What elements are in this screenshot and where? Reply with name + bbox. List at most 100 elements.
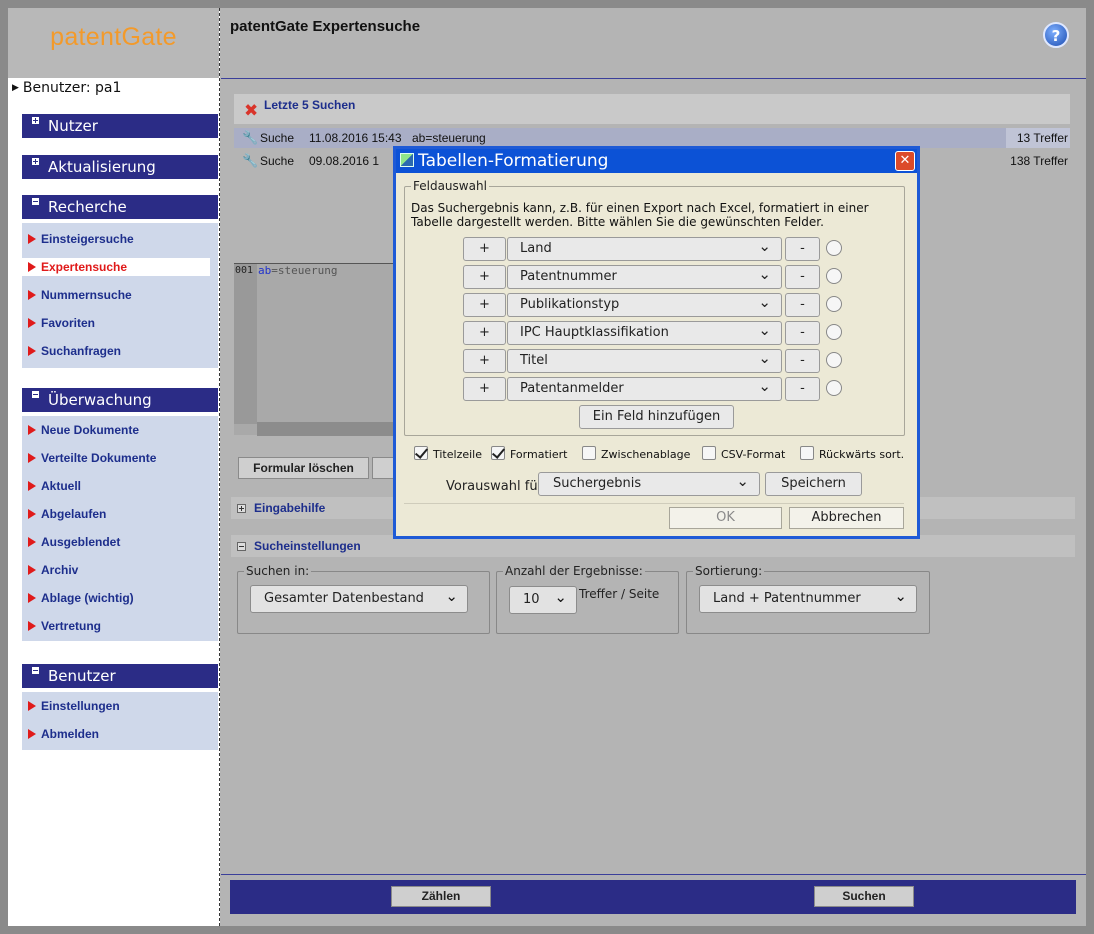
- chevron-down-icon: [758, 294, 771, 318]
- arrow-right-icon: [28, 453, 36, 463]
- remove-field-button[interactable]: -: [785, 237, 820, 261]
- section-label: Benutzer: [48, 667, 116, 685]
- add-field-above-button[interactable]: +: [463, 349, 506, 373]
- checkbox-checked[interactable]: [491, 446, 505, 460]
- field-select[interactable]: Patentanmelder: [507, 377, 782, 401]
- remove-field-button[interactable]: -: [785, 265, 820, 289]
- nav-ablage-wichtig[interactable]: Ablage (wichtig): [22, 584, 218, 612]
- field-select[interactable]: Publikationstyp: [507, 293, 782, 317]
- checkbox-zwischenablage[interactable]: Zwischenablage: [582, 446, 690, 464]
- section-nutzer[interactable]: Nutzer: [22, 114, 218, 138]
- close-icon[interactable]: ✕: [895, 151, 915, 171]
- ok-button[interactable]: OK: [669, 507, 782, 529]
- query-text[interactable]: ab=steuerung: [258, 264, 337, 277]
- add-field-above-button[interactable]: +: [463, 377, 506, 401]
- nav-expertensuche[interactable]: Expertensuche: [22, 258, 210, 276]
- field-row: + Patentnummer -: [463, 265, 853, 289]
- add-field-button[interactable]: Ein Feld hinzufügen: [579, 405, 734, 429]
- remove-field-button[interactable]: -: [785, 349, 820, 373]
- per-page-label: Treffer / Seite: [579, 587, 660, 601]
- expand-plus-icon: [32, 158, 39, 165]
- search-in-group: Suchen in: Gesamter Datenbestand: [237, 564, 490, 634]
- section-label: Nutzer: [48, 117, 98, 135]
- clear-form-button[interactable]: Formular löschen: [238, 457, 369, 479]
- nav-vertretung[interactable]: Vertretung: [22, 612, 218, 640]
- search-in-select[interactable]: Gesamter Datenbestand: [250, 585, 468, 613]
- query-editor[interactable]: 001 ab=steuerung: [234, 263, 414, 436]
- chevron-down-icon: [758, 378, 771, 402]
- benutzer-menu: Einstellungen Abmelden: [22, 692, 218, 750]
- add-field-above-button[interactable]: +: [463, 265, 506, 289]
- chevron-down-icon: [554, 587, 567, 615]
- field-radio[interactable]: [826, 296, 842, 312]
- arrow-right-icon: [28, 481, 36, 491]
- checkbox-unchecked[interactable]: [582, 446, 596, 460]
- editor-scrollbar[interactable]: [257, 422, 414, 436]
- delete-icon[interactable]: ✖: [244, 101, 258, 121]
- field-select[interactable]: Land: [507, 237, 782, 261]
- nav-abgelaufen[interactable]: Abgelaufen: [22, 500, 218, 528]
- dialog-divider: [404, 503, 904, 504]
- editor-gutter: [234, 264, 257, 424]
- preselect-select[interactable]: Suchergebnis: [538, 472, 760, 496]
- checkbox-formatiert[interactable]: Formatiert: [491, 446, 567, 464]
- nav-archiv[interactable]: Archiv: [22, 556, 218, 584]
- nav-neue-dokumente[interactable]: Neue Dokumente: [22, 416, 218, 444]
- field-radio[interactable]: [826, 240, 842, 256]
- field-row: + Land -: [463, 237, 853, 261]
- section-benutzer[interactable]: Benutzer: [22, 664, 218, 688]
- collapse-minus-icon: [32, 198, 39, 205]
- sort-select[interactable]: Land + Patentnummer: [699, 585, 917, 613]
- field-select[interactable]: IPC Hauptklassifikation: [507, 321, 782, 345]
- checkbox-rueckwaerts-sort[interactable]: Rückwärts sort.: [800, 446, 904, 464]
- remove-field-button[interactable]: -: [785, 293, 820, 317]
- dialog-titlebar[interactable]: Tabellen-Formatierung ✕: [396, 149, 917, 173]
- arrow-right-icon: [28, 621, 36, 631]
- nav-aktuell[interactable]: Aktuell: [22, 472, 218, 500]
- search-button[interactable]: Suchen: [814, 886, 914, 907]
- section-aktualisierung[interactable]: Aktualisierung: [22, 155, 218, 179]
- field-radio[interactable]: [826, 268, 842, 284]
- dialog-description: Das Suchergebnis kann, z.B. für einen Ex…: [411, 201, 869, 229]
- checkbox-unchecked[interactable]: [702, 446, 716, 460]
- remove-field-button[interactable]: -: [785, 377, 820, 401]
- checkbox-checked[interactable]: [414, 446, 428, 460]
- nav-favoriten[interactable]: Favoriten: [22, 309, 218, 337]
- add-field-above-button[interactable]: +: [463, 293, 506, 317]
- nav-verteilte-dokumente[interactable]: Verteilte Dokumente: [22, 444, 218, 472]
- checkbox-csv-format[interactable]: CSV-Format: [702, 446, 785, 464]
- field-radio[interactable]: [826, 324, 842, 340]
- chevron-down-icon: [758, 322, 771, 346]
- collapse-minus-icon: [32, 667, 39, 674]
- field-radio[interactable]: [826, 380, 842, 396]
- nav-abmelden[interactable]: Abmelden: [22, 720, 218, 748]
- page-title: patentGate Expertensuche: [230, 18, 421, 35]
- nav-suchanfragen[interactable]: Suchanfragen: [22, 337, 218, 365]
- section-ueberwachung[interactable]: Überwachung: [22, 388, 218, 412]
- checkbox-titelzeile[interactable]: Titelzeile: [414, 446, 482, 464]
- result-count-group: Anzahl der Ergebnisse: 10 Treffer / Seit…: [496, 564, 679, 634]
- wrench-icon[interactable]: 🔧: [242, 128, 258, 148]
- nav-einstellungen[interactable]: Einstellungen: [22, 692, 218, 720]
- remove-field-button[interactable]: -: [785, 321, 820, 345]
- help-icon[interactable]: ?: [1043, 22, 1069, 48]
- save-button[interactable]: Speichern: [765, 472, 862, 496]
- section-recherche[interactable]: Recherche: [22, 195, 218, 219]
- field-select[interactable]: Patentnummer: [507, 265, 782, 289]
- result-count-select[interactable]: 10: [509, 586, 577, 614]
- count-button[interactable]: Zählen: [391, 886, 491, 907]
- field-radio[interactable]: [826, 352, 842, 368]
- sort-group: Sortierung: Land + Patentnummer: [686, 564, 930, 634]
- wrench-icon[interactable]: 🔧: [242, 151, 258, 171]
- chevron-down-icon: [758, 350, 771, 374]
- field-select[interactable]: Titel: [507, 349, 782, 373]
- nav-ausgeblendet[interactable]: Ausgeblendet: [22, 528, 218, 556]
- add-field-above-button[interactable]: +: [463, 321, 506, 345]
- checkbox-unchecked[interactable]: [800, 446, 814, 460]
- recent-search-row[interactable]: 🔧 Suche 11.08.2016 15:43 ab=steuerung 13…: [234, 128, 1070, 148]
- add-field-above-button[interactable]: +: [463, 237, 506, 261]
- cancel-button[interactable]: Abbrechen: [789, 507, 904, 529]
- nav-einsteigersuche[interactable]: Einsteigersuche: [22, 225, 218, 253]
- sidebar: patentGate ▶ Benutzer: pa1 Nutzer Aktuali…: [8, 8, 220, 926]
- nav-nummernsuche[interactable]: Nummernsuche: [22, 281, 218, 309]
